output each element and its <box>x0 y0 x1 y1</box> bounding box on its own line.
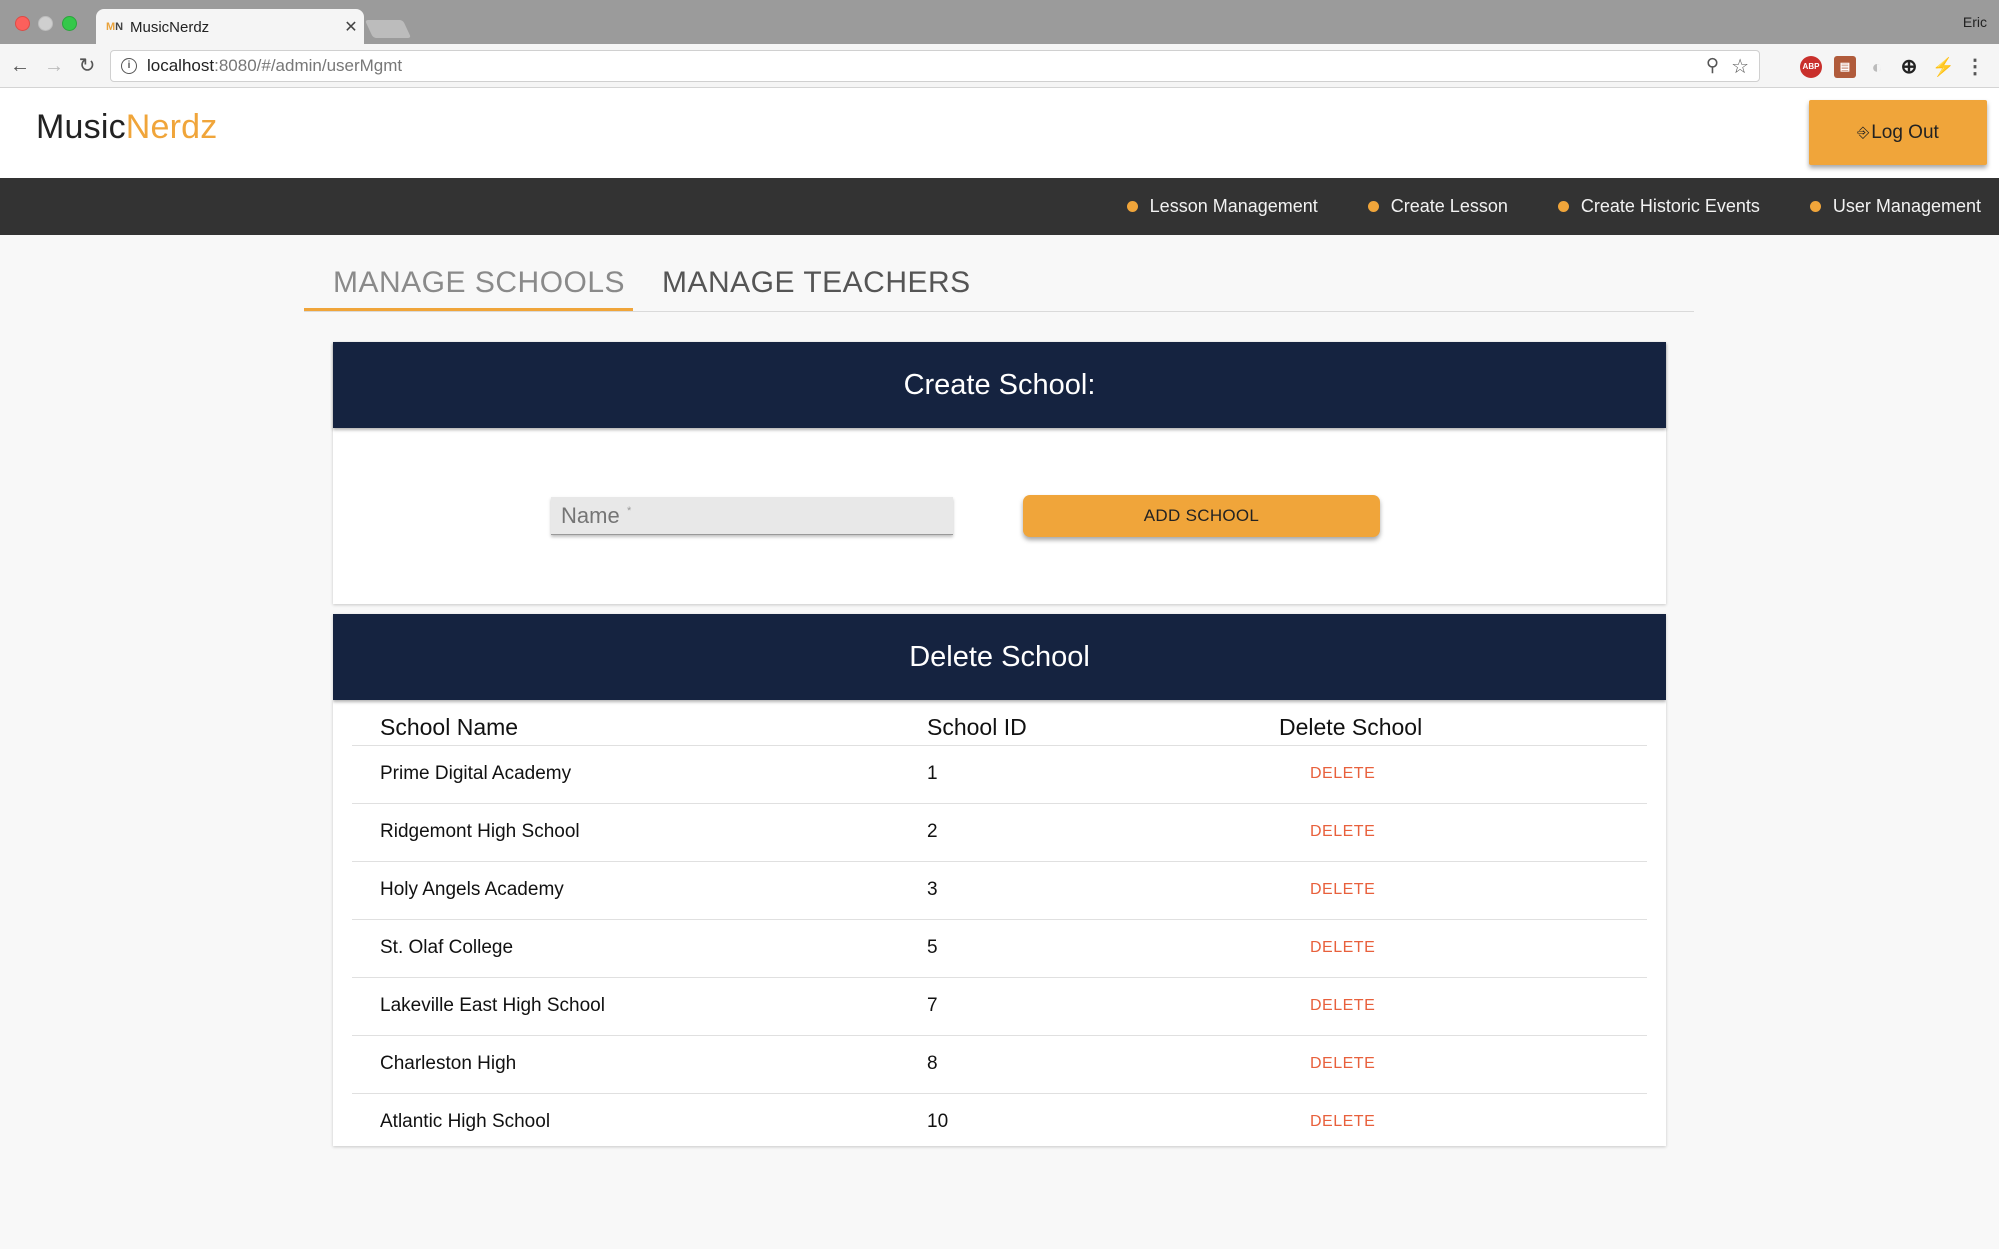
forward-arrow-icon[interactable]: → <box>42 54 66 78</box>
minimize-window-button[interactable] <box>38 16 53 31</box>
favicon-icon: MN <box>106 21 124 33</box>
tab-manage-teachers[interactable]: MANAGE TEACHERS <box>662 266 971 300</box>
column-header-school-id: School ID <box>927 714 1027 740</box>
school-id: 1 <box>927 763 938 784</box>
required-mark: * <box>627 505 632 517</box>
bullet-icon <box>1367 201 1379 212</box>
school-id: 5 <box>927 937 938 958</box>
tab-bar: MANAGE SCHOOLS MANAGE TEACHERS <box>304 258 1694 312</box>
browser-toolbar: ← → ↻ i localhost:8080/#/admin/userMgmt … <box>0 44 1999 88</box>
close-window-button[interactable] <box>15 16 30 31</box>
table-row: Charleston High 8 DELETE <box>352 1036 1647 1094</box>
nav-item-create-lesson[interactable]: Create Lesson <box>1367 196 1508 217</box>
browser-tab[interactable]: MN MusicNerdz ✕ <box>96 9 364 45</box>
school-name: Lakeville East High School <box>380 995 605 1016</box>
school-name: Charleston High <box>380 1053 517 1074</box>
logout-button[interactable]: ⎆ Log Out <box>1809 100 1987 165</box>
table-row: Ridgemont High School 2 DELETE <box>352 804 1647 862</box>
create-school-title: Create School: <box>333 342 1666 428</box>
main-nav: Lesson Management Create Lesson Create H… <box>0 178 1999 235</box>
column-header-delete-school: Delete School <box>1279 714 1423 740</box>
nav-item-create-historic-events[interactable]: Create Historic Events <box>1557 196 1760 217</box>
browser-titlebar: MN MusicNerdz ✕ Eric <box>0 0 1999 45</box>
bullet-icon <box>1557 201 1569 212</box>
table-header: School Name School ID Delete School <box>352 714 1647 746</box>
extension-disabled-icon[interactable]: ◐ <box>1866 56 1888 78</box>
delete-button[interactable]: DELETE <box>1310 1113 1375 1131</box>
schools-table: School Name School ID Delete School Prim… <box>352 714 1647 1146</box>
delete-school-card: Delete School School Name School ID Dele… <box>333 614 1666 1146</box>
close-tab-icon[interactable]: ✕ <box>338 17 364 37</box>
table-row: Holy Angels Academy 3 DELETE <box>352 862 1647 920</box>
nav-item-user-management[interactable]: User Management <box>1809 196 1981 217</box>
bullet-icon <box>1809 201 1821 212</box>
school-name: Prime Digital Academy <box>380 763 572 784</box>
address-bar[interactable]: i localhost:8080/#/admin/userMgmt ⚲ ☆ <box>110 50 1760 82</box>
school-name: Ridgemont High School <box>380 821 580 842</box>
delete-button[interactable]: DELETE <box>1310 1055 1375 1073</box>
table-row: Lakeville East High School 7 DELETE <box>352 978 1647 1036</box>
adblock-extension-icon[interactable]: ABP <box>1800 56 1822 78</box>
school-name: St. Olaf College <box>380 937 514 958</box>
school-name-input[interactable] <box>551 497 953 535</box>
logo[interactable]: MusicNerdz <box>36 108 218 147</box>
delete-button[interactable]: DELETE <box>1310 765 1375 783</box>
app-header: MusicNerdz ⎆ Log Out <box>0 88 1999 178</box>
browser-menu-icon[interactable]: ⋮ <box>1964 56 1986 78</box>
bookmark-star-icon[interactable]: ☆ <box>1731 54 1749 79</box>
url-path: :8080/#/admin/userMgmt <box>214 56 403 75</box>
logout-icon: ⎆ <box>1857 124 1870 141</box>
tab-title: MusicNerdz <box>130 18 210 36</box>
zoom-extension-icon[interactable]: ⊕ <box>1898 56 1920 78</box>
new-tab-button[interactable] <box>364 20 412 38</box>
lightning-extension-icon[interactable]: ⚡ <box>1932 56 1954 78</box>
delete-school-title: Delete School <box>333 614 1666 700</box>
delete-button[interactable]: DELETE <box>1310 997 1375 1015</box>
maximize-window-button[interactable] <box>62 16 77 31</box>
delete-button[interactable]: DELETE <box>1310 823 1375 841</box>
delete-button[interactable]: DELETE <box>1310 939 1375 957</box>
school-name: Holy Angels Academy <box>380 879 564 900</box>
delete-button[interactable]: DELETE <box>1310 881 1375 899</box>
profile-name[interactable]: Eric <box>1963 14 1987 30</box>
nav-item-lesson-management[interactable]: Lesson Management <box>1126 196 1318 217</box>
reload-icon[interactable]: ↻ <box>75 54 99 78</box>
table-row: Atlantic High School 10 DELETE <box>352 1094 1647 1146</box>
tab-manage-schools[interactable]: MANAGE SCHOOLS <box>333 266 625 300</box>
bullet-icon <box>1126 201 1138 212</box>
table-row: St. Olaf College 5 DELETE <box>352 920 1647 978</box>
add-school-button[interactable]: ADD SCHOOL <box>1023 495 1380 537</box>
table-row: Prime Digital Academy 1 DELETE <box>352 746 1647 804</box>
logout-label: Log Out <box>1871 121 1939 143</box>
url-host: localhost <box>147 56 215 75</box>
extension-icon[interactable]: ▤ <box>1834 56 1856 78</box>
active-tab-indicator <box>304 308 633 311</box>
school-id: 10 <box>927 1111 949 1132</box>
info-icon[interactable]: i <box>121 58 137 74</box>
school-name: Atlantic High School <box>380 1111 551 1132</box>
school-id: 2 <box>927 821 938 842</box>
school-id: 8 <box>927 1053 938 1074</box>
school-id: 3 <box>927 879 938 900</box>
back-arrow-icon[interactable]: ← <box>8 54 32 78</box>
create-school-card: Create School: * ADD SCHOOL <box>333 342 1666 604</box>
school-id: 7 <box>927 995 938 1016</box>
zoom-icon[interactable]: ⚲ <box>1706 55 1719 76</box>
column-header-school-name: School Name <box>380 714 519 740</box>
